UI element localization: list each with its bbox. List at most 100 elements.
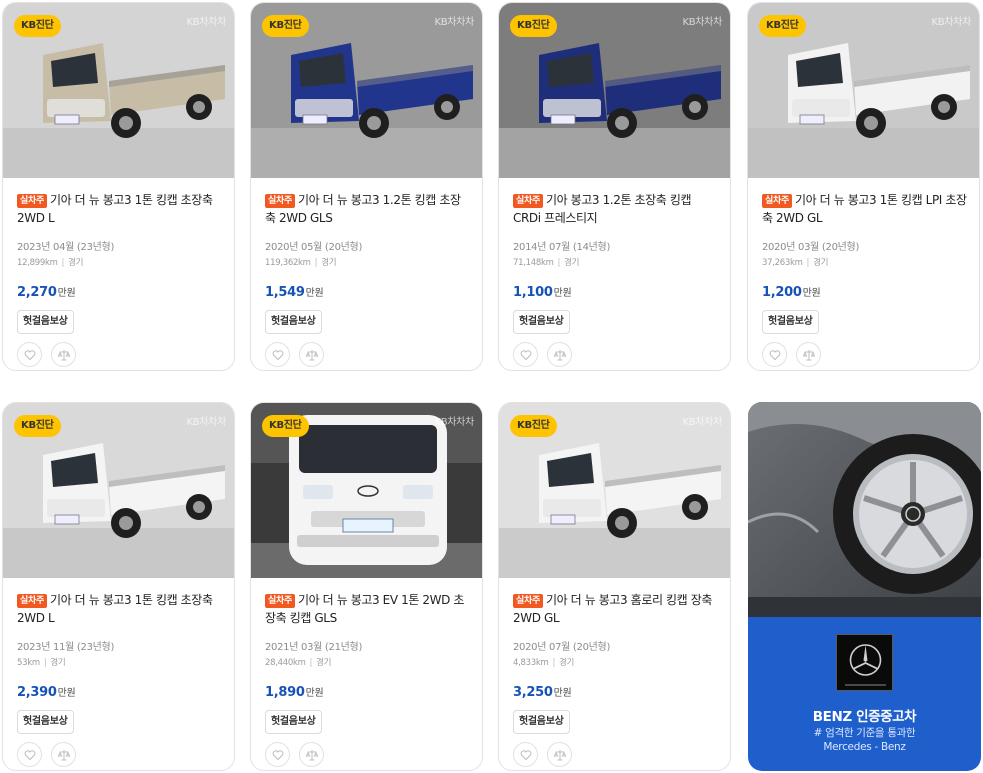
- car-photo[interactable]: KB진단 KB차차차: [499, 403, 730, 578]
- kb-diagnosis-badge: KB진단: [759, 15, 806, 37]
- listing-meta: 53km | 경기: [17, 656, 222, 668]
- ad-title: BENZ 인증중고차: [812, 709, 917, 725]
- compare-button[interactable]: [51, 742, 77, 767]
- listing-meta: 37,263km | 경기: [762, 256, 967, 268]
- watermark: KB차차차: [682, 417, 722, 428]
- listing-title[interactable]: 실차주 기아 더 뉴 봉고3 홈로리 킹캡 장축 2WD GL: [513, 591, 718, 627]
- wasted-trip-compensation-chip: 헛걸음보상: [513, 710, 570, 734]
- owner-tag: 실차주: [513, 194, 543, 208]
- listing-region: 경기: [813, 258, 829, 268]
- listing-title[interactable]: 실차주 기아 더 뉴 봉고3 1톤 킹캡 초장축 2WD L: [17, 191, 222, 227]
- listing-meta: 71,148km | 경기: [513, 256, 718, 268]
- listing-mileage: 12,899km: [17, 258, 58, 268]
- compare-button[interactable]: [547, 742, 573, 767]
- compare-button[interactable]: [547, 342, 573, 367]
- car-photo[interactable]: KB진단 KB차차차: [499, 3, 730, 178]
- watermark: KB차차차: [682, 17, 722, 28]
- kb-diagnosis-badge: KB진단: [262, 15, 309, 37]
- compare-button[interactable]: [796, 342, 822, 367]
- favorite-button[interactable]: [513, 742, 538, 767]
- listing-card[interactable]: KB진단 KB차차차 실차주 기아 봉고3 1.2톤 초장축 킹캡 CRDi 프레…: [498, 2, 731, 371]
- listing-actions: [513, 342, 718, 367]
- price-unit: 만원: [553, 688, 572, 699]
- listing-title[interactable]: 실차주 기아 봉고3 1.2톤 초장축 킹캡 CRDi 프레스티지: [513, 191, 718, 227]
- compare-button[interactable]: [51, 342, 77, 367]
- car-photo[interactable]: KB진단 KB차차차: [251, 3, 482, 178]
- car-photo[interactable]: KB진단 KB차차차: [748, 3, 979, 178]
- listing-title[interactable]: 실차주 기아 더 뉴 봉고3 1톤 킹캡 초장축 2WD L: [17, 591, 222, 627]
- meta-separator: |: [61, 258, 65, 268]
- listing-year: 2021년 03월 (21년형): [265, 642, 363, 653]
- kb-diagnosis-badge: KB진단: [14, 15, 61, 37]
- meta-separator: |: [806, 258, 810, 268]
- car-photo[interactable]: KB진단 KB차차차: [3, 403, 234, 578]
- compare-button[interactable]: [299, 342, 325, 367]
- listing-mileage: 119,362km: [265, 258, 311, 268]
- listing-info: 실차주 기아 더 뉴 봉고3 EV 1톤 2WD 초장축 킹캡 GLS 2021년…: [265, 591, 470, 767]
- listing-region: 경기: [316, 658, 332, 668]
- car-photo[interactable]: KB진단 KB차차차: [251, 403, 482, 578]
- listing-price: 2,390만원: [17, 684, 222, 700]
- listing-actions: [265, 742, 470, 767]
- price-unit: 만원: [57, 688, 76, 699]
- meta-separator: |: [43, 658, 47, 668]
- meta-separator: |: [314, 258, 318, 268]
- compare-button[interactable]: [299, 742, 325, 767]
- listing-year: 2014년 07월 (14년형): [513, 242, 611, 253]
- listing-region: 경기: [50, 658, 66, 668]
- listing-title[interactable]: 실차주 기아 더 뉴 봉고3 EV 1톤 2WD 초장축 킹캡 GLS: [265, 591, 470, 627]
- wasted-trip-compensation-chip: 헛걸음보상: [513, 310, 570, 334]
- listing-card[interactable]: KB진단 KB차차차 실차주 기아 더 뉴 봉고3 1톤 킹캡 초장축 2WD L…: [2, 2, 235, 371]
- listing-title-text: 기아 더 뉴 봉고3 1톤 킹캡 LPI 초장축 2WD GL: [762, 193, 967, 225]
- listing-card[interactable]: KB진단 KB차차차 실차주 기아 더 뉴 봉고3 1톤 킹캡 초장축 2WD L…: [2, 402, 235, 771]
- listing-region: 경기: [321, 258, 337, 268]
- listing-card[interactable]: KB진단 KB차차차 실차주 기아 더 뉴 봉고3 EV 1톤 2WD 초장축 킹…: [250, 402, 483, 771]
- price-unit: 만원: [802, 288, 821, 299]
- listing-price: 1,200만원: [762, 284, 967, 300]
- wasted-trip-compensation-chip: 헛걸음보상: [265, 710, 322, 734]
- kb-diagnosis-badge: KB진단: [510, 415, 557, 437]
- listing-actions: [513, 742, 718, 767]
- wasted-trip-compensation-chip: 헛걸음보상: [17, 310, 74, 334]
- watermark: KB차차차: [931, 17, 971, 28]
- listing-title[interactable]: 실차주 기아 더 뉴 봉고3 1톤 킹캡 LPI 초장축 2WD GL: [762, 191, 967, 227]
- listing-year: 2023년 11월 (23년형): [17, 642, 115, 653]
- listing-info: 실차주 기아 봉고3 1.2톤 초장축 킹캡 CRDi 프레스티지 2014년 0…: [513, 191, 718, 367]
- kb-diagnosis-badge: KB진단: [510, 15, 557, 37]
- listing-card[interactable]: KB진단 KB차차차 실차주 기아 더 뉴 봉고3 1톤 킹캡 LPI 초장축 2…: [747, 2, 980, 371]
- listing-info: 실차주 기아 더 뉴 봉고3 1톤 킹캡 초장축 2WD L 2023년 11월 …: [17, 591, 222, 767]
- wasted-trip-compensation-chip: 헛걸음보상: [265, 310, 322, 334]
- favorite-button[interactable]: [513, 342, 538, 367]
- listing-title[interactable]: 실차주 기아 더 뉴 봉고3 1.2톤 킹캡 초장축 2WD GLS: [265, 191, 470, 227]
- favorite-button[interactable]: [17, 742, 42, 767]
- price-value: 1,100: [513, 285, 553, 300]
- owner-tag: 실차주: [17, 594, 47, 608]
- listing-price: 1,549만원: [265, 284, 470, 300]
- listing-mileage: 4,833km: [513, 658, 549, 668]
- listing-card[interactable]: KB진단 KB차차차 실차주 기아 더 뉴 봉고3 홈로리 킹캡 장축 2WD G…: [498, 402, 731, 771]
- listing-actions: [265, 342, 470, 367]
- wasted-trip-compensation-chip: 헛걸음보상: [762, 310, 819, 334]
- favorite-button[interactable]: [265, 742, 290, 767]
- listing-price: 1,100만원: [513, 284, 718, 300]
- listing-mileage: 53km: [17, 658, 40, 668]
- price-value: 3,250: [513, 685, 553, 700]
- listing-price: 3,250만원: [513, 684, 718, 700]
- listing-region: 경기: [564, 258, 580, 268]
- favorite-button[interactable]: [17, 342, 42, 367]
- price-unit: 만원: [305, 688, 324, 699]
- favorite-button[interactable]: [762, 342, 787, 367]
- listing-mileage: 28,440km: [265, 658, 306, 668]
- watermark: KB차차차: [186, 17, 226, 28]
- listing-info: 실차주 기아 더 뉴 봉고3 1톤 킹캡 LPI 초장축 2WD GL 2020년…: [762, 191, 967, 367]
- price-value: 1,890: [265, 685, 305, 700]
- price-value: 1,549: [265, 285, 305, 300]
- price-value: 2,390: [17, 685, 57, 700]
- kb-diagnosis-badge: KB진단: [14, 415, 61, 437]
- listing-card[interactable]: KB진단 KB차차차 실차주 기아 더 뉴 봉고3 1.2톤 킹캡 초장축 2WD…: [250, 2, 483, 371]
- benz-ad-banner[interactable]: BENZ 인증중고차 # 엄격한 기준을 통과한 Mercedes - Benz: [748, 402, 981, 771]
- listing-year: 2020년 03월 (20년형): [762, 242, 860, 253]
- favorite-button[interactable]: [265, 342, 290, 367]
- car-photo[interactable]: KB진단 KB차차차: [3, 3, 234, 178]
- listing-mileage: 37,263km: [762, 258, 803, 268]
